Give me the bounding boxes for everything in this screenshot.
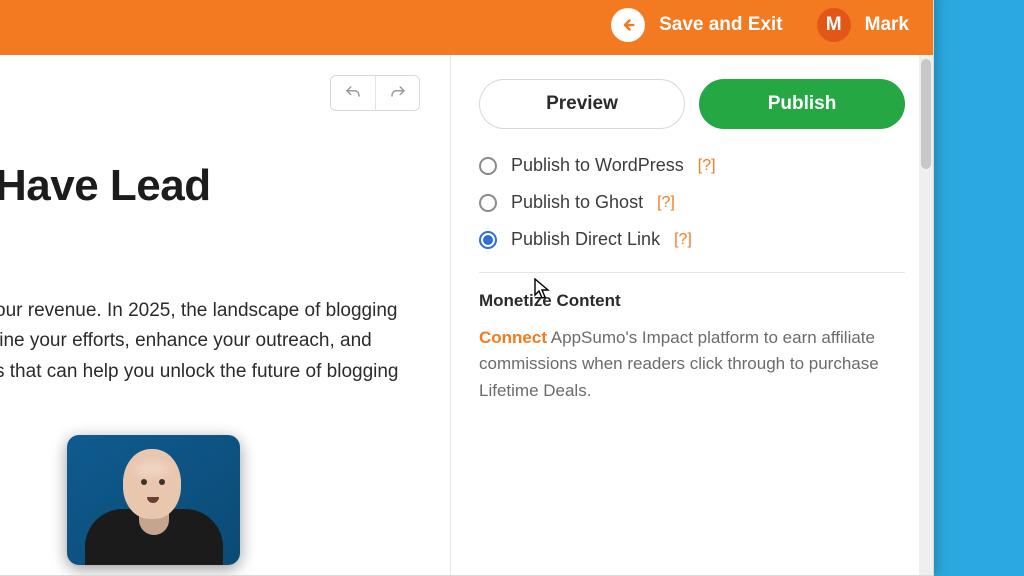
undo-button[interactable] <box>331 76 375 110</box>
action-buttons: Preview Publish <box>479 79 905 129</box>
monetize-heading: Monetize Content <box>479 291 905 311</box>
radio-icon <box>479 157 497 175</box>
user-name: Mark <box>865 14 909 36</box>
option-label: Publish Direct Link <box>511 229 660 250</box>
publish-options: Publish to WordPress [?] Publish to Ghos… <box>479 155 905 250</box>
scrollbar[interactable] <box>919 55 933 575</box>
editor-panel: Have Lead our revenue. In 2025, the land… <box>0 55 450 575</box>
help-icon[interactable]: [?] <box>698 157 716 175</box>
undo-redo-group <box>330 75 420 111</box>
option-publish-ghost[interactable]: Publish to Ghost [?] <box>479 192 905 213</box>
user-menu[interactable]: M Mark <box>817 8 909 42</box>
avatar: M <box>817 8 851 42</box>
publish-button[interactable]: Publish <box>699 79 905 129</box>
option-publish-wordpress[interactable]: Publish to WordPress [?] <box>479 155 905 176</box>
connect-link[interactable]: Connect <box>479 328 547 347</box>
app-window: Save and Exit M Mark <box>0 0 934 576</box>
redo-button[interactable] <box>375 76 419 110</box>
help-icon[interactable]: [?] <box>657 194 675 212</box>
preview-button[interactable]: Preview <box>479 79 685 129</box>
option-label: Publish to Ghost <box>511 192 643 213</box>
monetize-body: Connect AppSumo's Impact platform to ear… <box>479 325 905 404</box>
radio-icon <box>479 231 497 249</box>
publish-panel: Preview Publish Publish to WordPress [?]… <box>450 55 933 575</box>
save-exit-label: Save and Exit <box>659 14 783 36</box>
option-label: Publish to WordPress <box>511 155 684 176</box>
top-bar: Save and Exit M Mark <box>0 0 933 55</box>
scrollbar-thumb[interactable] <box>921 59 931 169</box>
save-and-exit-button[interactable]: Save and Exit <box>611 8 783 42</box>
webcam-inset <box>67 435 240 565</box>
help-icon[interactable]: [?] <box>674 231 692 249</box>
option-publish-direct-link[interactable]: Publish Direct Link [?] <box>479 229 905 250</box>
divider <box>479 272 905 273</box>
content-area: Have Lead our revenue. In 2025, the land… <box>0 55 933 575</box>
document-title[interactable]: Have Lead <box>0 161 420 211</box>
radio-icon <box>479 194 497 212</box>
document-body[interactable]: our revenue. In 2025, the landscape of b… <box>0 296 420 387</box>
back-arrow-icon <box>611 8 645 42</box>
